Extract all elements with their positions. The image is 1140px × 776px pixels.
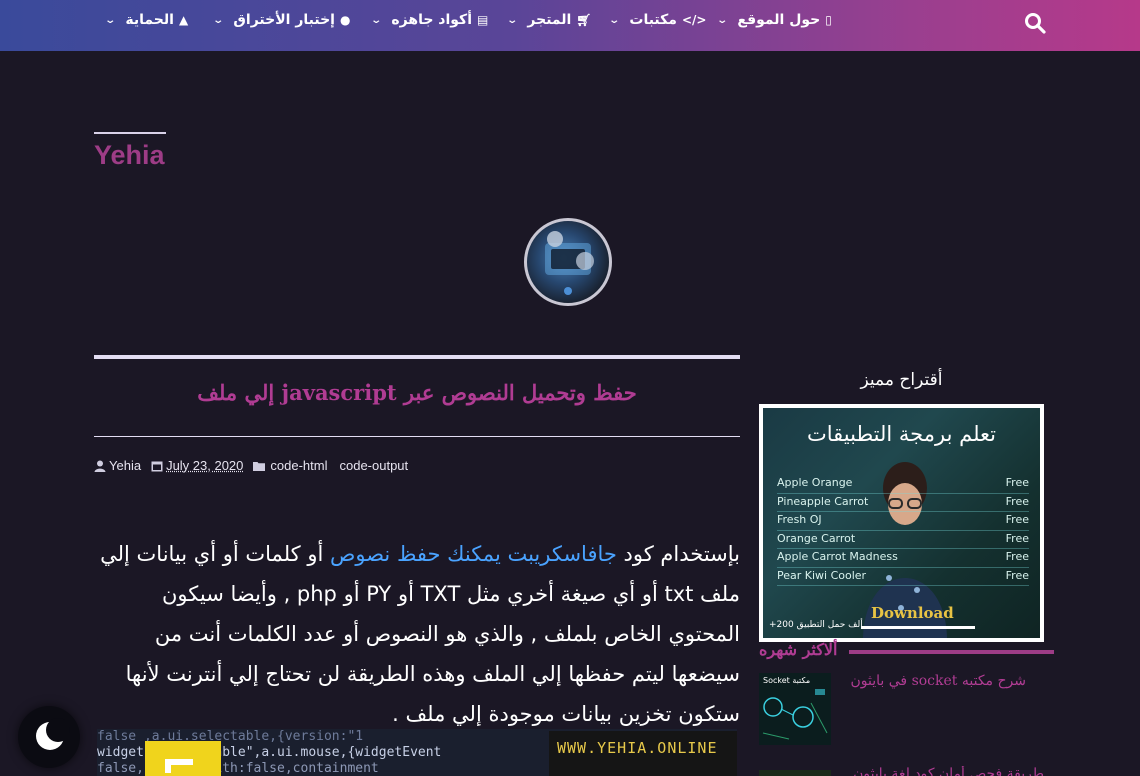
- calendar-icon: [151, 461, 163, 471]
- chevron-down-icon: ⌄: [506, 14, 519, 26]
- date-meta[interactable]: July 23, 2020: [151, 458, 243, 473]
- file-code-icon: ▤: [477, 13, 489, 27]
- chevron-down-icon: ⌄: [370, 14, 383, 26]
- nav-item-label: مكتبات: [629, 12, 677, 28]
- code-icon: </>: [681, 13, 707, 27]
- post-title-divider: [94, 436, 740, 437]
- chevron-down-icon: ⌄: [212, 14, 225, 26]
- ad-row-price: Free: [1005, 550, 1029, 563]
- post-body-text: أو كلمات أو أي بيانات إلي ملف txt أو أي …: [100, 542, 740, 726]
- ad-row: Pear Kiwi Cooler Free: [777, 569, 1029, 588]
- post-label[interactable]: code-output: [339, 458, 408, 473]
- search-icon[interactable]: [1024, 12, 1046, 34]
- post-author: Yehia: [109, 458, 142, 473]
- post-body-link[interactable]: جافاسكريبت يمكنك حفظ نصوص: [330, 542, 617, 566]
- ad-row-name: Orange Carrot: [777, 531, 856, 545]
- top-navigation-bar: ▯ حول الموقع ⌄ </> مكتبات ⌄ 🛒︎ المتجر ⌄ …: [0, 0, 1140, 51]
- nav-item-ready-codes[interactable]: ▤ أكواد جاهزه ⌄: [370, 12, 489, 28]
- post-thumbnail[interactable]: false ,a.ui.selectable,{version:"1 widge…: [97, 729, 737, 776]
- post-top-divider: [94, 355, 740, 359]
- ad-row-name: Apple Orange: [777, 476, 853, 489]
- ad-downloads-note: +200 ألف حمل التطبيق: [769, 620, 863, 630]
- user-shield-icon: ●: [339, 13, 351, 27]
- ad-row-price: Free: [1005, 494, 1029, 508]
- site-watermark-text: WWW.YEHIA.ONLINE: [557, 739, 718, 757]
- popular-thumb-label: Socket مكتبة: [763, 676, 811, 685]
- moon-icon: [36, 718, 70, 750]
- ad-row-name: Fresh OJ: [777, 513, 822, 526]
- ad-row-name: Apple Carrot Madness: [777, 550, 898, 563]
- blog-title[interactable]: Yehia: [94, 140, 165, 171]
- code-line: false, connectWith:false,containment: [97, 761, 379, 776]
- featured-ad-banner[interactable]: تعلم برمجة التطبيقات Apple Orange Free Pi…: [759, 404, 1044, 642]
- author-meta[interactable]: Yehia: [94, 458, 141, 473]
- avatar-image: [545, 231, 594, 295]
- nav-item-label: الحماية: [125, 12, 174, 28]
- ad-row-price: Free: [1005, 568, 1029, 582]
- ad-app-list: Apple Orange Free Pineapple Carrot Free Fr…: [777, 476, 1029, 587]
- ad-download-label: Download: [871, 604, 954, 622]
- ad-row: Apple Orange Free: [777, 476, 1029, 495]
- nav-item-label: أكواد جاهزه: [391, 12, 472, 28]
- author-avatar[interactable]: [524, 218, 612, 306]
- user-icon: [94, 460, 106, 472]
- post-meta: Yehia July 23, 2020 code-html code-outpu…: [94, 458, 408, 473]
- ad-row: Fresh OJ Free: [777, 513, 1029, 532]
- labels-meta: code-html code-output: [253, 458, 408, 473]
- nav-item-store[interactable]: 🛒︎ المتجر ⌄: [506, 12, 592, 28]
- featured-heading: أقتراح مميز: [860, 370, 943, 390]
- folder-icon: [253, 461, 266, 471]
- nav-item-security[interactable]: ▲ الحماية ⌄: [104, 12, 189, 28]
- post-date: July 23, 2020: [166, 458, 244, 473]
- nav-item-label: حول الموقع: [737, 12, 821, 28]
- post-title[interactable]: حفظ وتحميل النصوص عبر javascript إلي ملف: [94, 380, 740, 405]
- popular-post-title[interactable]: شرح مكتبه socket في بايثون: [848, 673, 1027, 689]
- ad-row: Orange Carrot Free: [777, 532, 1029, 551]
- nav-item-label: المتجر: [527, 12, 572, 28]
- ad-row-price: Free: [1005, 476, 1029, 489]
- nav-item-libraries[interactable]: </> مكتبات ⌄: [608, 12, 707, 28]
- ad-headline: تعلم برمجة التطبيقات: [806, 422, 996, 446]
- post-body: بإستخدام كود جافاسكريبت يمكنك حفظ نصوص أ…: [94, 534, 740, 734]
- chevron-down-icon: ⌄: [608, 14, 621, 26]
- site-watermark: WWW.YEHIA.ONLINE: [549, 731, 737, 776]
- popular-post-thumbnail[interactable]: [759, 770, 831, 776]
- ad-row-price: Free: [1005, 531, 1029, 545]
- info-icon: ▯: [825, 13, 832, 27]
- ad-row: Pineapple Carrot Free: [777, 495, 1029, 514]
- post-label[interactable]: code-html: [270, 458, 327, 473]
- nav-item-label: إختبار الأختراق: [233, 12, 335, 28]
- javascript-logo-icon: [145, 741, 221, 776]
- popular-post-thumbnail[interactable]: Socket مكتبة: [759, 673, 831, 745]
- nav-item-about[interactable]: ▯ حول الموقع ⌄: [716, 12, 832, 28]
- cart-icon: 🛒︎: [576, 13, 592, 27]
- ad-row: Apple Carrot Madness Free: [777, 550, 1029, 569]
- user-secret-icon: ▲: [178, 13, 189, 27]
- ad-row-price: Free: [1005, 513, 1029, 526]
- ad-row-name: Pear Kiwi Cooler: [777, 568, 867, 582]
- title-divider: [94, 132, 166, 134]
- chevron-down-icon: ⌄: [716, 14, 729, 26]
- nav-item-pentest[interactable]: ● إختبار الأختراق ⌄: [212, 12, 351, 28]
- popular-heading: ألاكثر شهره: [759, 640, 838, 659]
- popular-divider: [849, 650, 1054, 654]
- ad-row-name: Pineapple Carrot: [777, 494, 869, 508]
- chevron-down-icon: ⌄: [104, 14, 117, 26]
- code-line: false ,a.ui.selectable,{version:"1: [97, 729, 364, 744]
- popular-post-title[interactable]: طريقة فحص أمان كود لغة بايثون: [848, 766, 1044, 776]
- dark-mode-toggle[interactable]: [18, 706, 80, 768]
- post-body-text: بإستخدام كود: [616, 542, 740, 566]
- ad-download-underline: [861, 626, 975, 629]
